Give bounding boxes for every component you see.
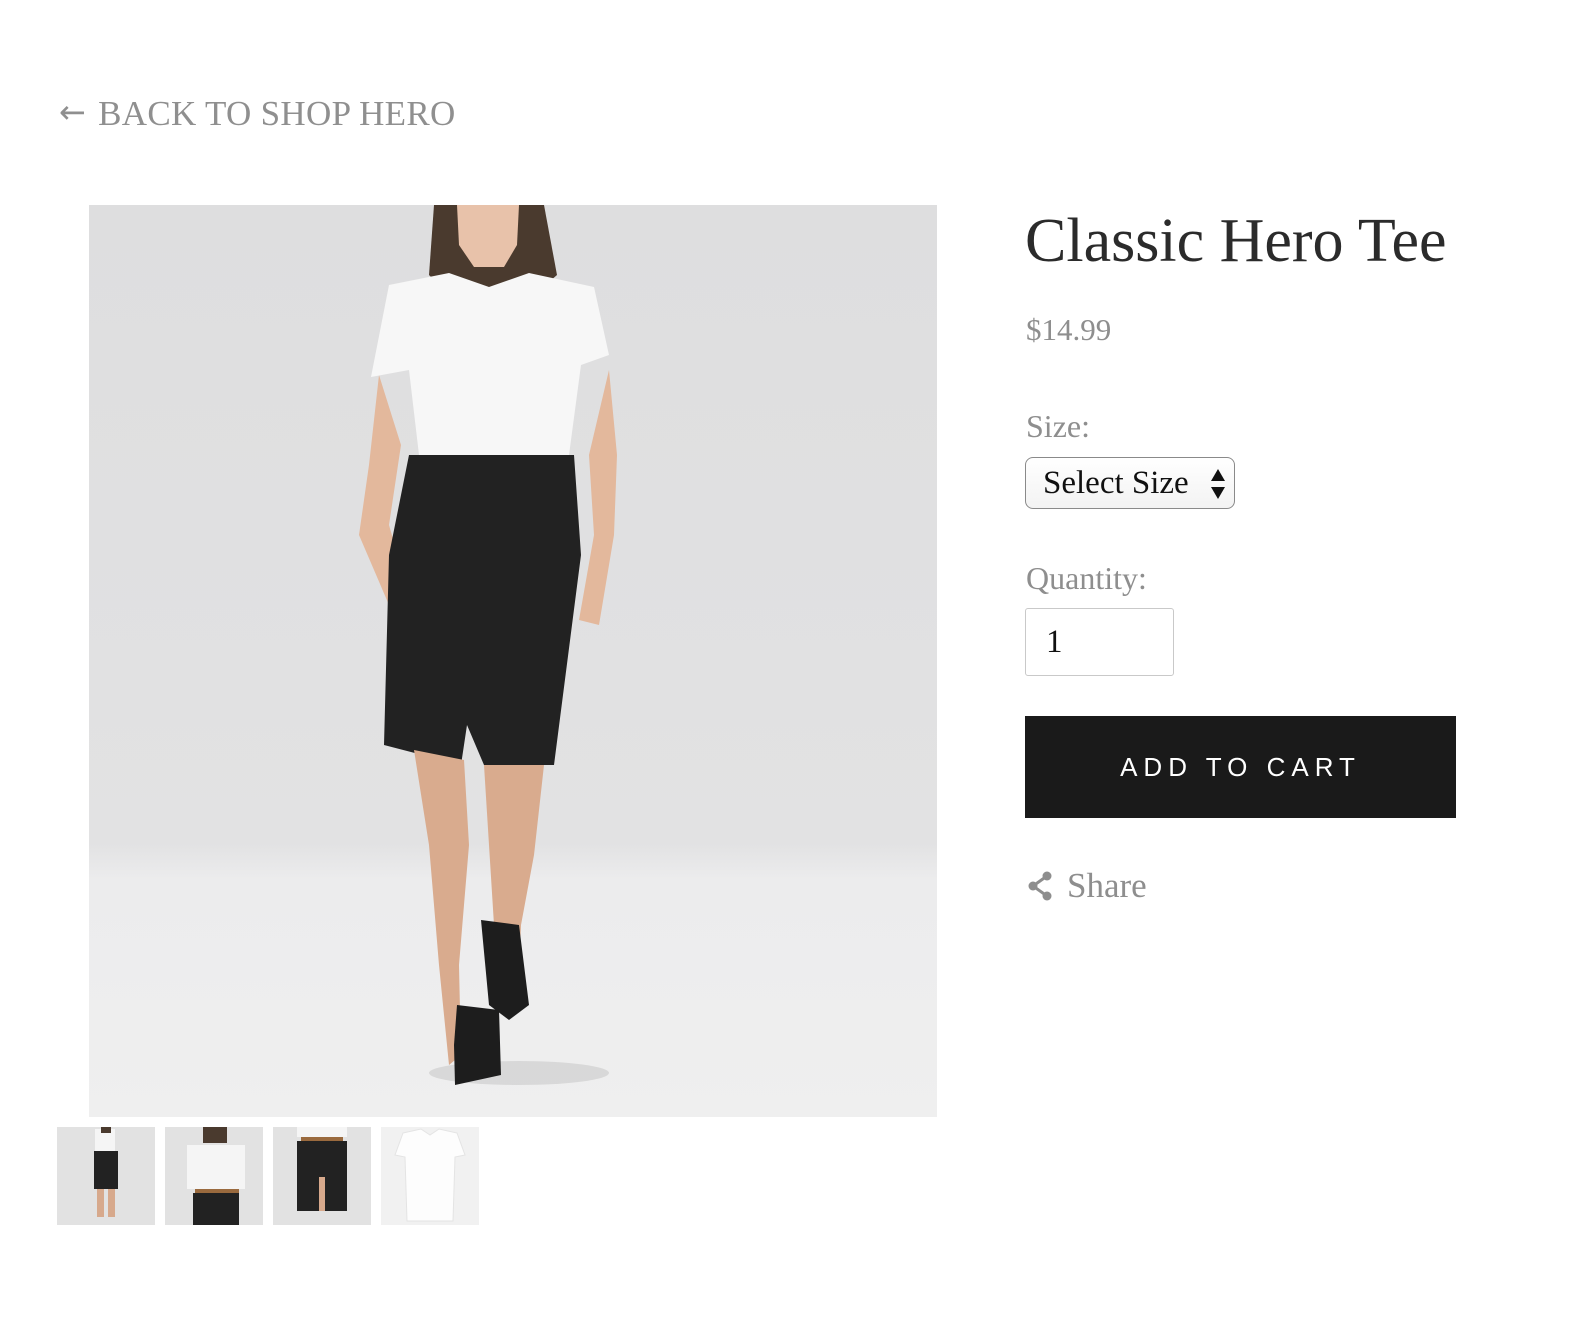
- size-label: Size:: [1026, 408, 1090, 444]
- thumbnail-1[interactable]: [57, 1127, 155, 1225]
- quantity-input[interactable]: [1025, 608, 1174, 676]
- add-to-cart-button[interactable]: ADD TO CART: [1025, 716, 1456, 818]
- product-main-image[interactable]: [89, 205, 937, 1117]
- share-link[interactable]: Share: [1027, 866, 1147, 906]
- size-select-value: Select Size: [1043, 464, 1189, 501]
- product-title: Classic Hero Tee: [1025, 207, 1447, 275]
- model-photo: [359, 205, 617, 1085]
- thumbnail-4[interactable]: [381, 1127, 479, 1225]
- product-price: $14.99: [1026, 312, 1112, 347]
- arrow-left-icon: ←: [59, 93, 87, 131]
- back-to-shop-link[interactable]: ← BACK TO SHOP HERO: [59, 94, 456, 134]
- select-updown-icon: [1211, 469, 1225, 499]
- thumbnail-2[interactable]: [165, 1127, 263, 1225]
- thumbnail-strip: [57, 1127, 479, 1225]
- share-label: Share: [1067, 866, 1147, 905]
- thumbnail-3[interactable]: [273, 1127, 371, 1225]
- back-to-shop-label: BACK TO SHOP HERO: [98, 94, 456, 133]
- quantity-label: Quantity:: [1026, 560, 1147, 596]
- share-icon: [1028, 871, 1052, 901]
- size-select[interactable]: Select Size: [1025, 457, 1235, 509]
